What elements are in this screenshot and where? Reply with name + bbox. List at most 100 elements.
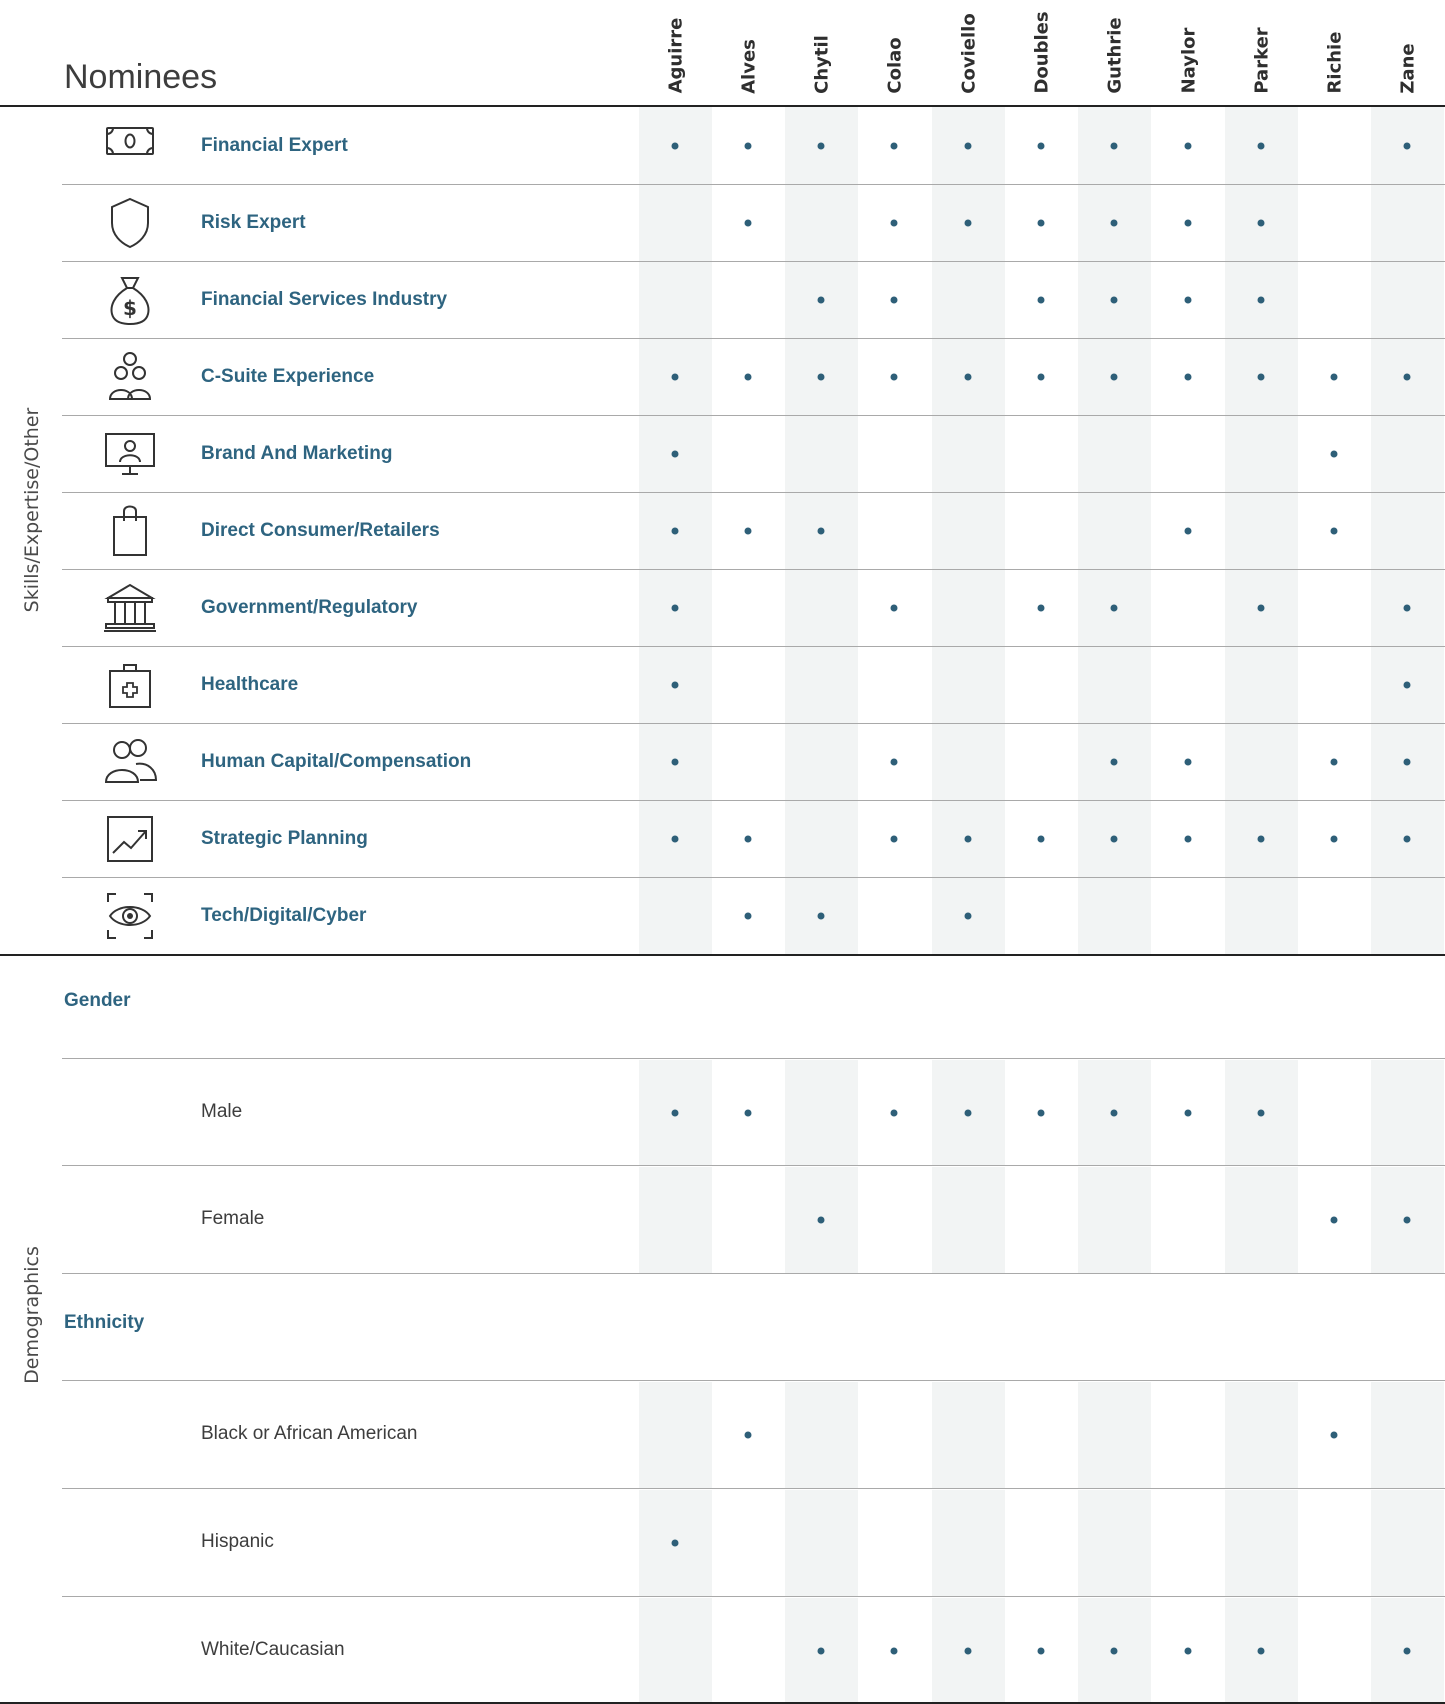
column-band-demographics [784, 1382, 858, 1488]
column-band-demographics [1077, 1490, 1151, 1596]
nominee-column-header: Guthrie [1078, 0, 1151, 96]
skill-check-dot [1403, 373, 1411, 380]
demographic-check-dot [1037, 1109, 1045, 1116]
skill-check-dot [1037, 296, 1045, 303]
skill-check-dot [671, 142, 679, 149]
skill-check-dot [817, 912, 825, 919]
skill-check-dot [964, 912, 972, 919]
column-band-demographics [1077, 1382, 1151, 1488]
nominee-column-header: Richie [1298, 0, 1371, 96]
skill-check-dot [890, 142, 898, 149]
column-band-demographics [1224, 1490, 1298, 1596]
skill-check-dot [744, 219, 752, 226]
nominee-column-header: Colao [858, 0, 931, 96]
skill-check-dot [1184, 219, 1192, 226]
row-divider [62, 1165, 1445, 1166]
skill-check-dot [890, 835, 898, 842]
nominee-column-header: Aguirre [639, 0, 712, 96]
column-band-demographics [1224, 1382, 1298, 1488]
skill-check-dot [1330, 835, 1338, 842]
skill-check-dot [1110, 758, 1118, 765]
demographic-check-dot [1110, 1109, 1118, 1116]
skill-check-dot [1257, 373, 1265, 380]
nominee-column-header: Zane [1371, 0, 1444, 96]
column-band-demographics [784, 1490, 858, 1596]
monitor-person-icon [100, 426, 160, 482]
demographic-check-dot [1257, 1647, 1265, 1654]
nominee-column-header: Naylor [1152, 0, 1225, 96]
row-divider [62, 261, 1445, 262]
demographic-check-dot [817, 1647, 825, 1654]
skill-label: Financial Expert [201, 134, 348, 156]
skill-check-dot [817, 527, 825, 534]
eye-scan-icon [100, 888, 160, 944]
row-divider [62, 1380, 1445, 1381]
skill-check-dot [744, 835, 752, 842]
skill-check-dot [1110, 835, 1118, 842]
skill-check-dot [964, 142, 972, 149]
section-divider [0, 954, 1445, 956]
skill-check-dot [1403, 758, 1411, 765]
skill-check-dot [1257, 835, 1265, 842]
skill-check-dot [1110, 604, 1118, 611]
nominee-name: Naylor [1178, 27, 1199, 94]
skill-check-dot [744, 527, 752, 534]
demographic-label: Female [201, 1208, 265, 1229]
nominee-column-header: Doubles [1005, 0, 1078, 96]
nominee-name: Zane [1397, 43, 1418, 94]
skill-check-dot [1110, 142, 1118, 149]
demographic-heading: Gender [64, 990, 131, 1011]
skill-check-dot [817, 296, 825, 303]
skill-check-dot [1184, 296, 1192, 303]
skill-check-dot [1184, 835, 1192, 842]
column-band-demographics [638, 1167, 712, 1273]
skill-check-dot [1184, 373, 1192, 380]
skill-label: Strategic Planning [201, 827, 368, 849]
demographic-check-dot [1184, 1647, 1192, 1654]
row-divider [62, 338, 1445, 339]
skill-check-dot [1037, 373, 1045, 380]
demographic-check-dot [890, 1647, 898, 1654]
row-divider [62, 723, 1445, 724]
nominee-column-header: Chytil [785, 0, 858, 96]
skill-label: Healthcare [201, 673, 299, 695]
skill-check-dot [817, 373, 825, 380]
demographic-check-dot [964, 1109, 972, 1116]
demographic-label: White/Caucasian [201, 1638, 345, 1660]
skill-label: Brand And Marketing [201, 442, 393, 464]
government-building-icon [100, 580, 160, 636]
column-band-demographics [638, 1382, 712, 1488]
skill-check-dot [1110, 219, 1118, 226]
skill-check-dot [671, 373, 679, 380]
skill-label: C-Suite Experience [201, 365, 375, 387]
two-people-icon [100, 734, 160, 790]
nominee-name: Coviello [958, 13, 979, 94]
skill-check-dot [890, 296, 898, 303]
demographic-check-dot [890, 1109, 898, 1116]
skill-check-dot [1037, 219, 1045, 226]
skill-check-dot [964, 835, 972, 842]
nominee-column-header: Coviello [932, 0, 1005, 96]
skill-check-dot [1257, 296, 1265, 303]
demographic-check-dot [744, 1109, 752, 1116]
people-group-icon [100, 349, 160, 405]
nominee-name: Doubles [1031, 11, 1052, 94]
demographic-label: Hispanic [201, 1531, 274, 1552]
column-band-demographics [931, 1490, 1005, 1596]
skill-check-dot [1403, 835, 1411, 842]
trend-chart-icon [100, 811, 160, 867]
nominee-name: Guthrie [1104, 17, 1125, 94]
skill-check-dot [1403, 681, 1411, 688]
column-band-demographics [1224, 1167, 1298, 1273]
skill-label: Direct Consumer/Retailers [201, 519, 440, 541]
skill-check-dot [1184, 142, 1192, 149]
column-band-demographics [1077, 1167, 1151, 1273]
skill-check-dot [1403, 142, 1411, 149]
column-band-skills [1077, 107, 1151, 954]
skill-label: Financial Services Industry [201, 288, 448, 310]
skill-label: Tech/Digital/Cyber [201, 904, 367, 926]
demographic-check-dot [964, 1647, 972, 1654]
row-divider [62, 184, 1445, 185]
skill-label: Risk Expert [201, 211, 306, 233]
row-divider [62, 1488, 1445, 1489]
